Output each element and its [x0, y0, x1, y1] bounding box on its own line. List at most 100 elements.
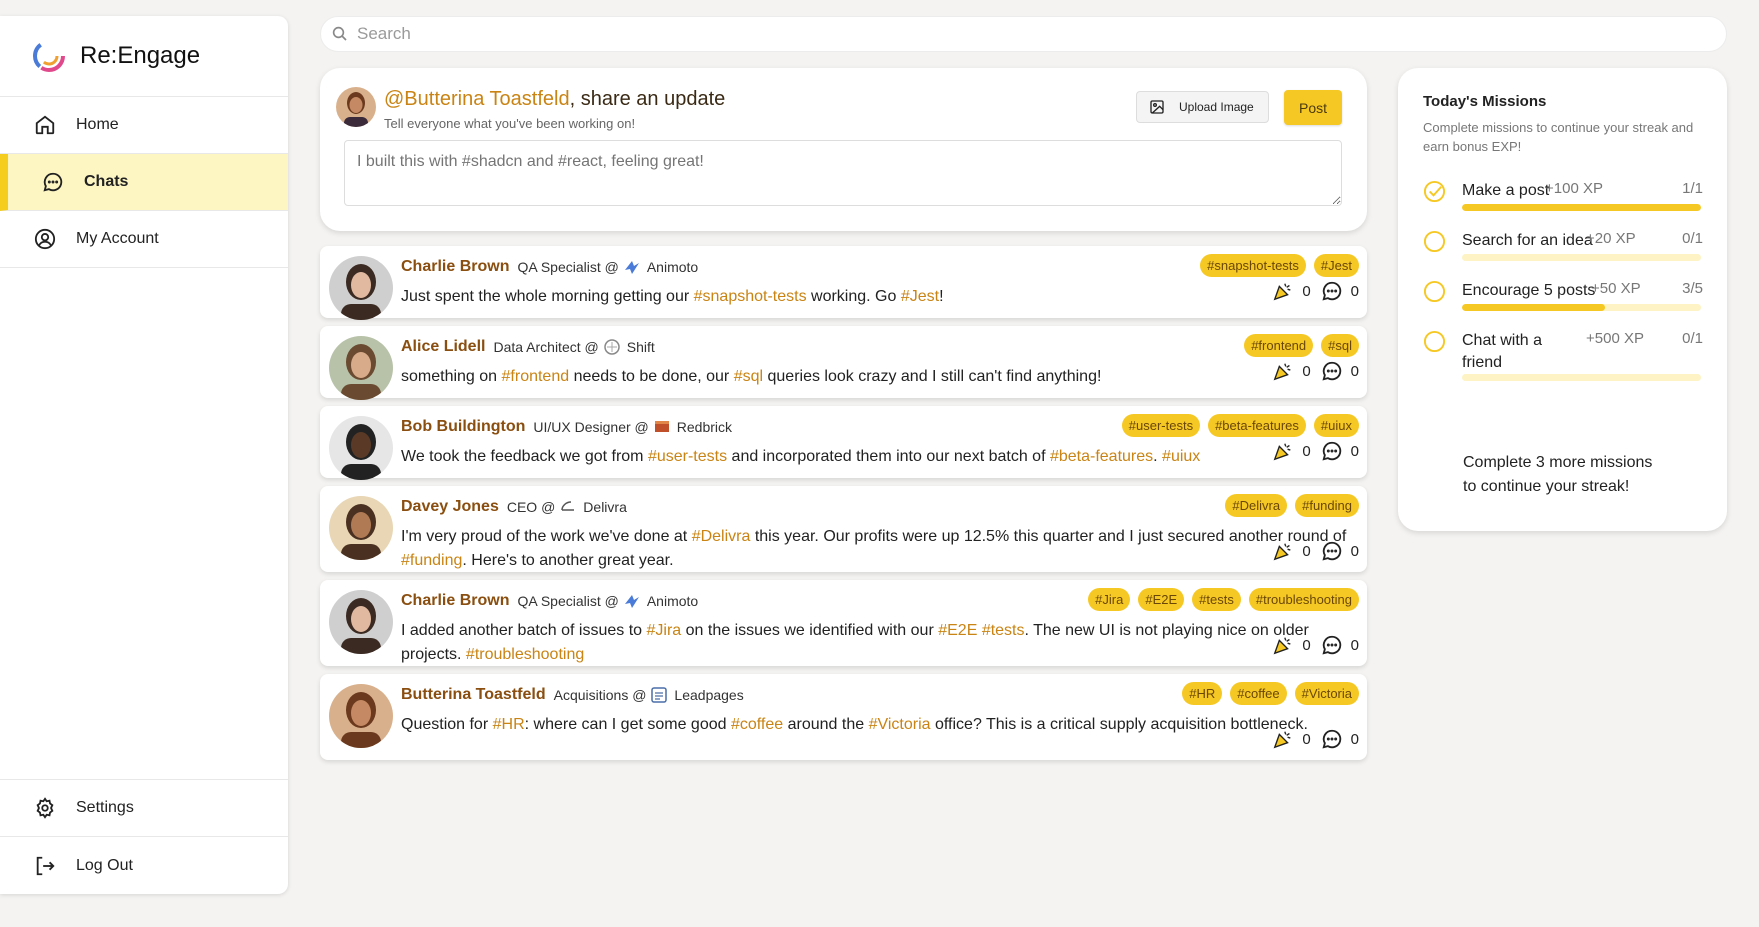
comment-icon[interactable] [1321, 280, 1343, 302]
hashtag-badge[interactable]: #coffee [1230, 682, 1287, 705]
hashtag-badge[interactable]: #frontend [1244, 334, 1314, 357]
mission-progress-bar [1462, 254, 1701, 261]
hashtag-badge[interactable]: #tests [1192, 588, 1241, 611]
post-card: Charlie Brown QA Specialist @ Animoto #snap… [320, 246, 1367, 320]
search-bar[interactable] [320, 16, 1727, 52]
circle-icon [1423, 230, 1446, 253]
post-body: I added another batch of issues to #Jira… [401, 619, 1351, 667]
body-text: : where can I get some good [524, 716, 731, 733]
inline-hashtag[interactable]: #funding [401, 552, 462, 569]
composer-handle[interactable]: @Butterina Toastfeld [384, 88, 570, 110]
inline-hashtag[interactable]: #uiux [1162, 448, 1200, 465]
inline-hashtag[interactable]: #user-tests [648, 448, 727, 465]
inline-hashtag[interactable]: #HR [493, 716, 525, 733]
brand[interactable]: Re:Engage [0, 16, 288, 97]
inline-hashtag[interactable]: #sql [734, 368, 763, 385]
inline-hashtag[interactable]: #coffee [731, 716, 783, 733]
party-popper-icon[interactable] [1272, 728, 1294, 750]
nav-item-home[interactable]: Home [0, 97, 288, 154]
inline-hashtag[interactable]: #Jest [901, 288, 939, 305]
mission-name: Chat with a friend [1462, 332, 1543, 371]
post-author[interactable]: Butterina Toastfeld [401, 686, 546, 704]
hashtag-badge[interactable]: #sql [1321, 334, 1359, 357]
inline-hashtag[interactable]: #troubleshooting [466, 646, 584, 663]
hashtag-badge[interactable]: #user-tests [1121, 414, 1201, 437]
hashtag-badge[interactable]: #troubleshooting [1248, 588, 1359, 611]
composer-subtitle: Tell everyone what you've been working o… [384, 116, 636, 131]
logout-icon [32, 853, 58, 879]
hashtag-badge[interactable]: #Victoria [1294, 682, 1359, 705]
post-tags: #Delivra #funding [1225, 494, 1359, 517]
inline-hashtag[interactable]: #Delivra [692, 528, 751, 545]
avatar[interactable] [329, 256, 393, 320]
nav-label: My Account [76, 230, 159, 247]
hashtag-badge[interactable]: #Jest [1313, 254, 1359, 277]
circle-icon [1423, 330, 1446, 353]
post-author[interactable]: Alice Lidell [401, 338, 485, 356]
hashtag-badge[interactable]: #Jira [1088, 588, 1131, 611]
nav-item-chats[interactable]: Chats [0, 154, 288, 211]
post-button[interactable]: Post [1284, 90, 1342, 125]
post-tags: #frontend #sql [1244, 334, 1359, 357]
comment-icon[interactable] [1321, 540, 1343, 562]
post-card: Butterina Toastfeld Acquisitions @ Leadpag… [320, 674, 1367, 760]
hashtag-badge[interactable]: #funding [1295, 494, 1359, 517]
inline-hashtag[interactable]: #beta-features [1050, 448, 1153, 465]
comment-icon[interactable] [1321, 634, 1343, 656]
nav-item-settings[interactable]: Settings [0, 780, 288, 837]
body-text: We took the feedback we got from [401, 448, 648, 465]
hashtag-badge[interactable]: #Delivra [1225, 494, 1288, 517]
post-company: Redbrick [676, 419, 733, 435]
body-text: around the [783, 716, 869, 733]
nav-label: Chats [84, 173, 129, 190]
hashtag-badge[interactable]: #snapshot-tests [1200, 254, 1306, 277]
inline-hashtag[interactable]: #tests [982, 622, 1025, 639]
post-textarea[interactable] [344, 140, 1342, 206]
nav-item-my-account[interactable]: My Account [0, 211, 288, 268]
hashtag-badge[interactable]: #beta-features [1208, 414, 1306, 437]
comment-icon[interactable] [1321, 728, 1343, 750]
post-author[interactable]: Bob Buildington [401, 418, 525, 436]
party-popper-icon[interactable] [1272, 440, 1294, 462]
avatar[interactable] [329, 590, 393, 654]
missions-title: Today's Missions [1423, 93, 1547, 110]
inline-hashtag[interactable]: #Jira [647, 622, 682, 639]
party-popper-icon[interactable] [1272, 634, 1294, 656]
comment-icon[interactable] [1321, 440, 1343, 462]
inline-hashtag[interactable]: #Victoria [869, 716, 931, 733]
body-text: . Here's to another great year. [462, 552, 674, 569]
check-circle-icon [1423, 180, 1446, 203]
mission-name: Encourage 5 posts [1462, 282, 1596, 299]
avatar[interactable] [329, 684, 393, 748]
post-author[interactable]: Davey Jones [401, 498, 499, 516]
search-input[interactable] [357, 24, 1726, 44]
avatar[interactable] [329, 336, 393, 400]
hashtag-badge[interactable]: #uiux [1313, 414, 1359, 437]
avatar[interactable] [329, 416, 393, 480]
like-count: 0 [1302, 636, 1311, 654]
post-card: Charlie Brown QA Specialist @ Animoto #Jira… [320, 580, 1367, 666]
party-popper-icon[interactable] [1272, 360, 1294, 382]
party-popper-icon[interactable] [1272, 280, 1294, 302]
company-logo-icon [603, 338, 621, 356]
post-author[interactable]: Charlie Brown [401, 258, 509, 276]
upload-image-button[interactable]: Upload Image [1136, 91, 1269, 123]
nav-item-logout[interactable]: Log Out [0, 837, 288, 894]
body-text: on the issues we identified with our [681, 622, 939, 639]
avatar[interactable] [329, 496, 393, 560]
inline-hashtag[interactable]: #E2E [938, 622, 977, 639]
party-popper-icon[interactable] [1272, 540, 1294, 562]
post-author[interactable]: Charlie Brown [401, 592, 509, 610]
comment-icon[interactable] [1321, 360, 1343, 382]
body-text: office? This is a critical supply acquis… [930, 716, 1308, 733]
inline-hashtag[interactable]: #frontend [502, 368, 570, 385]
hashtag-badge[interactable]: #E2E [1138, 588, 1185, 611]
post-tags: #HR #coffee #Victoria [1182, 682, 1359, 705]
hashtag-badge[interactable]: #HR [1182, 682, 1223, 705]
mission-progress: 0/1 [1682, 230, 1703, 247]
comment-count: 0 [1350, 542, 1359, 560]
inline-hashtag[interactable]: #snapshot-tests [694, 288, 807, 305]
missions-subtitle: Complete missions to continue your strea… [1423, 120, 1694, 154]
post-role: QA Specialist @ [517, 259, 619, 275]
post-body: I'm very proud of the work we've done at… [401, 525, 1351, 573]
